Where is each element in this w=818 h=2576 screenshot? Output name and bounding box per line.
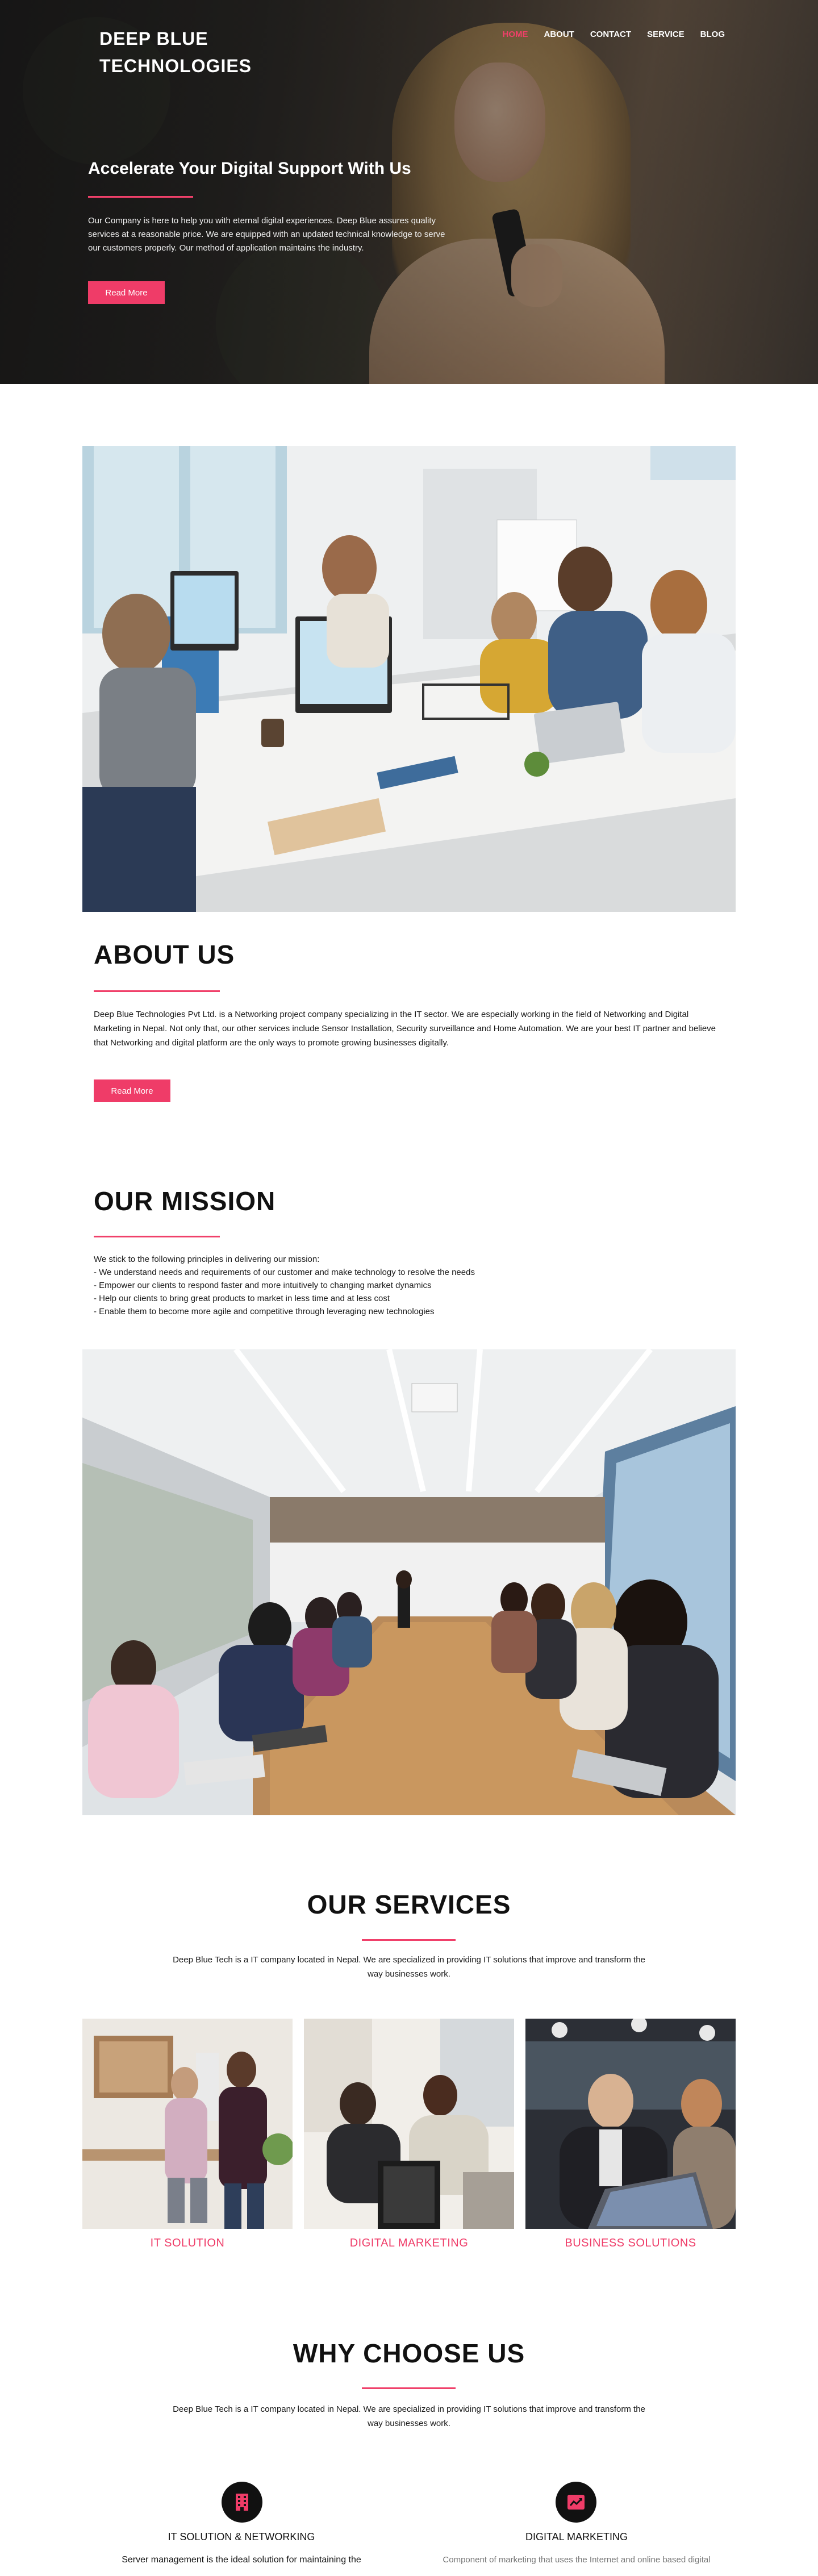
mission-point: - Empower our clients to respond faster …	[94, 1281, 432, 1290]
conference-room-photo	[82, 1349, 736, 1815]
brand-logo[interactable]: DEEP BLUE TECHNOLOGIES	[99, 25, 270, 80]
nav-about[interactable]: ABOUT	[544, 30, 574, 39]
hero-title: Accelerate Your Digital Support With Us	[88, 159, 411, 178]
about-title: ABOUT US	[94, 940, 235, 969]
main-nav: HOME ABOUT CONTACT SERVICE BLOG	[503, 30, 725, 39]
why-item-desc-networking: Server management is the ideal solution …	[122, 2555, 361, 2565]
about-text: Deep Blue Technologies Pvt Ltd. is a Net…	[94, 1010, 716, 1048]
mission-point: - Help our clients to bring great produc…	[94, 1294, 390, 1303]
mission-title: OUR MISSION	[94, 1186, 276, 1216]
service-label-digital-marketing[interactable]: DIGITAL MARKETING	[304, 2237, 514, 2250]
mission-list: We stick to the following principles in …	[94, 1253, 724, 1318]
it-solution-illustration	[82, 2019, 293, 2229]
mission-intro: We stick to the following principles in …	[94, 1254, 320, 1264]
why-text: Deep Blue Tech is a IT company located i…	[173, 2404, 645, 2428]
hero-text: Our Company is here to help you with ete…	[88, 216, 445, 253]
mission-divider	[94, 1236, 220, 1237]
building-icon	[222, 2482, 262, 2523]
services-divider	[362, 1939, 456, 1941]
service-label-it-solution[interactable]: IT SOLUTION	[82, 2237, 293, 2250]
why-divider	[362, 2387, 456, 2389]
service-image-business-solutions[interactable]	[525, 2019, 736, 2229]
digital-marketing-illustration	[304, 2019, 514, 2229]
services-text: Deep Blue Tech is a IT company located i…	[173, 1955, 645, 1979]
mission-point: - Enable them to become more agile and c…	[94, 1307, 435, 1316]
office-team-illustration	[82, 446, 736, 912]
about-read-more-button[interactable]: Read More	[94, 1079, 170, 1102]
hero-divider	[88, 196, 193, 198]
nav-blog[interactable]: BLOG	[700, 30, 725, 39]
why-item-desc-digital-marketing: Component of marketing that uses the Int…	[443, 2555, 711, 2565]
trend-chart-icon	[556, 2482, 596, 2523]
nav-contact[interactable]: CONTACT	[590, 30, 631, 39]
services-title: OUR SERVICES	[307, 1890, 511, 1919]
service-image-digital-marketing[interactable]	[304, 2019, 514, 2229]
hero-section: DEEP BLUE TECHNOLOGIES HOME ABOUT CONTAC…	[0, 0, 818, 384]
why-item-title-digital-marketing: DIGITAL MARKETING	[525, 2531, 628, 2542]
trend-chart-icon-glyph	[567, 2495, 585, 2510]
service-label-business-solutions[interactable]: BUSINESS SOLUTIONS	[525, 2237, 736, 2250]
conference-room-illustration	[82, 1349, 736, 1815]
nav-home[interactable]: HOME	[503, 30, 528, 39]
mission-point: - We understand needs and requirements o…	[94, 1268, 475, 1277]
about-divider	[94, 990, 220, 992]
why-item-title-networking: IT SOLUTION & NETWORKING	[168, 2531, 315, 2542]
service-image-it-solution[interactable]	[82, 2019, 293, 2229]
building-icon-glyph	[236, 2494, 248, 2511]
nav-service[interactable]: SERVICE	[647, 30, 685, 39]
why-title: WHY CHOOSE US	[293, 2339, 525, 2368]
hero-read-more-button[interactable]: Read More	[88, 281, 165, 304]
office-team-photo	[82, 446, 736, 912]
business-solutions-illustration	[525, 2019, 736, 2229]
